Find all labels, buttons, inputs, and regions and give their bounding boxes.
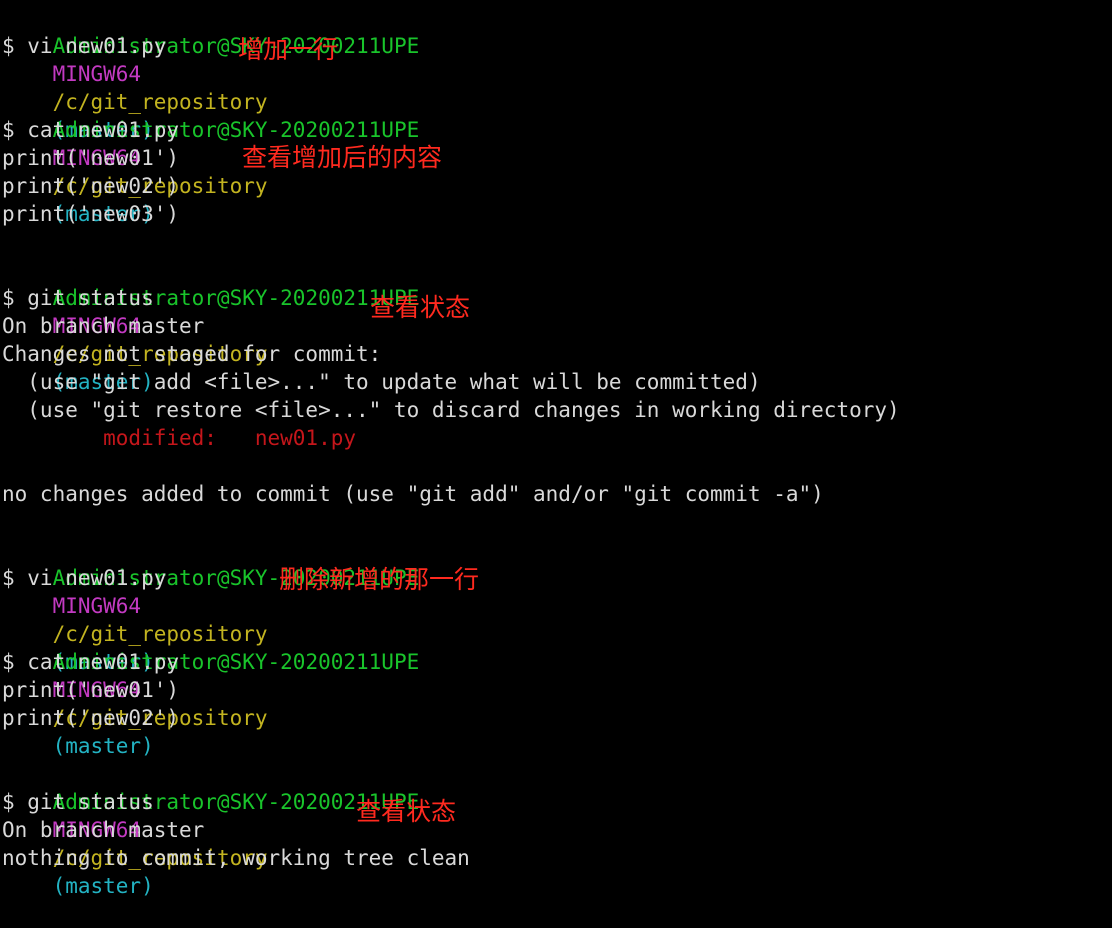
annotation-add-line: 增加一行: [238, 35, 339, 64]
output-line: no changes added to commit (use "git add…: [2, 482, 824, 506]
prompt-shell: MINGW64: [52, 62, 142, 86]
output-line: (use "git add <file>..." to update what …: [2, 370, 761, 394]
command-line: $ git status: [2, 790, 154, 814]
output-line: Changes not staged for commit:: [2, 342, 382, 366]
terminal-window[interactable]: Administrator@SKY-20200211UPE MINGW64 /c…: [0, 4, 1112, 898]
output-line: print('new01'): [2, 678, 180, 702]
modified-file-line: modified: new01.py: [2, 426, 357, 450]
command-line: $ vi new01.py: [2, 34, 167, 58]
command-line: $ cat new01.py: [2, 118, 180, 142]
prompt-line: Administrator@SKY-20200211UPE MINGW64 /c…: [2, 88, 420, 226]
annotation-view-content: 查看增加后的内容: [242, 143, 443, 172]
output-line: nothing to commit, working tree clean: [2, 846, 470, 870]
prompt-branch: (master): [52, 874, 154, 898]
prompt-line: Administrator@SKY-20200211UPE MINGW64 /c…: [2, 760, 420, 898]
command-line: $ vi new01.py: [2, 566, 167, 590]
output-line: print('new02'): [2, 706, 180, 730]
annotation-view-status: 查看状态: [370, 293, 471, 322]
command-line: $ git status: [2, 286, 154, 310]
command-line: $ cat new01.py: [2, 650, 180, 674]
output-line: print('new02'): [2, 174, 180, 198]
output-line: print('new03'): [2, 202, 180, 226]
prompt-line: Administrator@SKY-20200211UPE MINGW64 /c…: [2, 536, 420, 674]
prompt-shell: MINGW64: [52, 594, 142, 618]
prompt-line: Administrator@SKY-20200211UPE MINGW64 /c…: [2, 4, 420, 142]
output-line: (use "git restore <file>..." to discard …: [2, 398, 900, 422]
annotation-view-status: 查看状态: [356, 797, 457, 826]
output-line: print('new01'): [2, 146, 180, 170]
prompt-line: Administrator@SKY-20200211UPE MINGW64 /c…: [2, 620, 420, 758]
output-line: On branch master: [2, 818, 205, 842]
prompt-branch: (master): [52, 734, 154, 758]
annotation-delete-line: 删除新增的那一行: [279, 565, 480, 594]
output-line: On branch master: [2, 314, 205, 338]
prompt-line: Administrator@SKY-20200211UPE MINGW64 /c…: [2, 256, 420, 394]
